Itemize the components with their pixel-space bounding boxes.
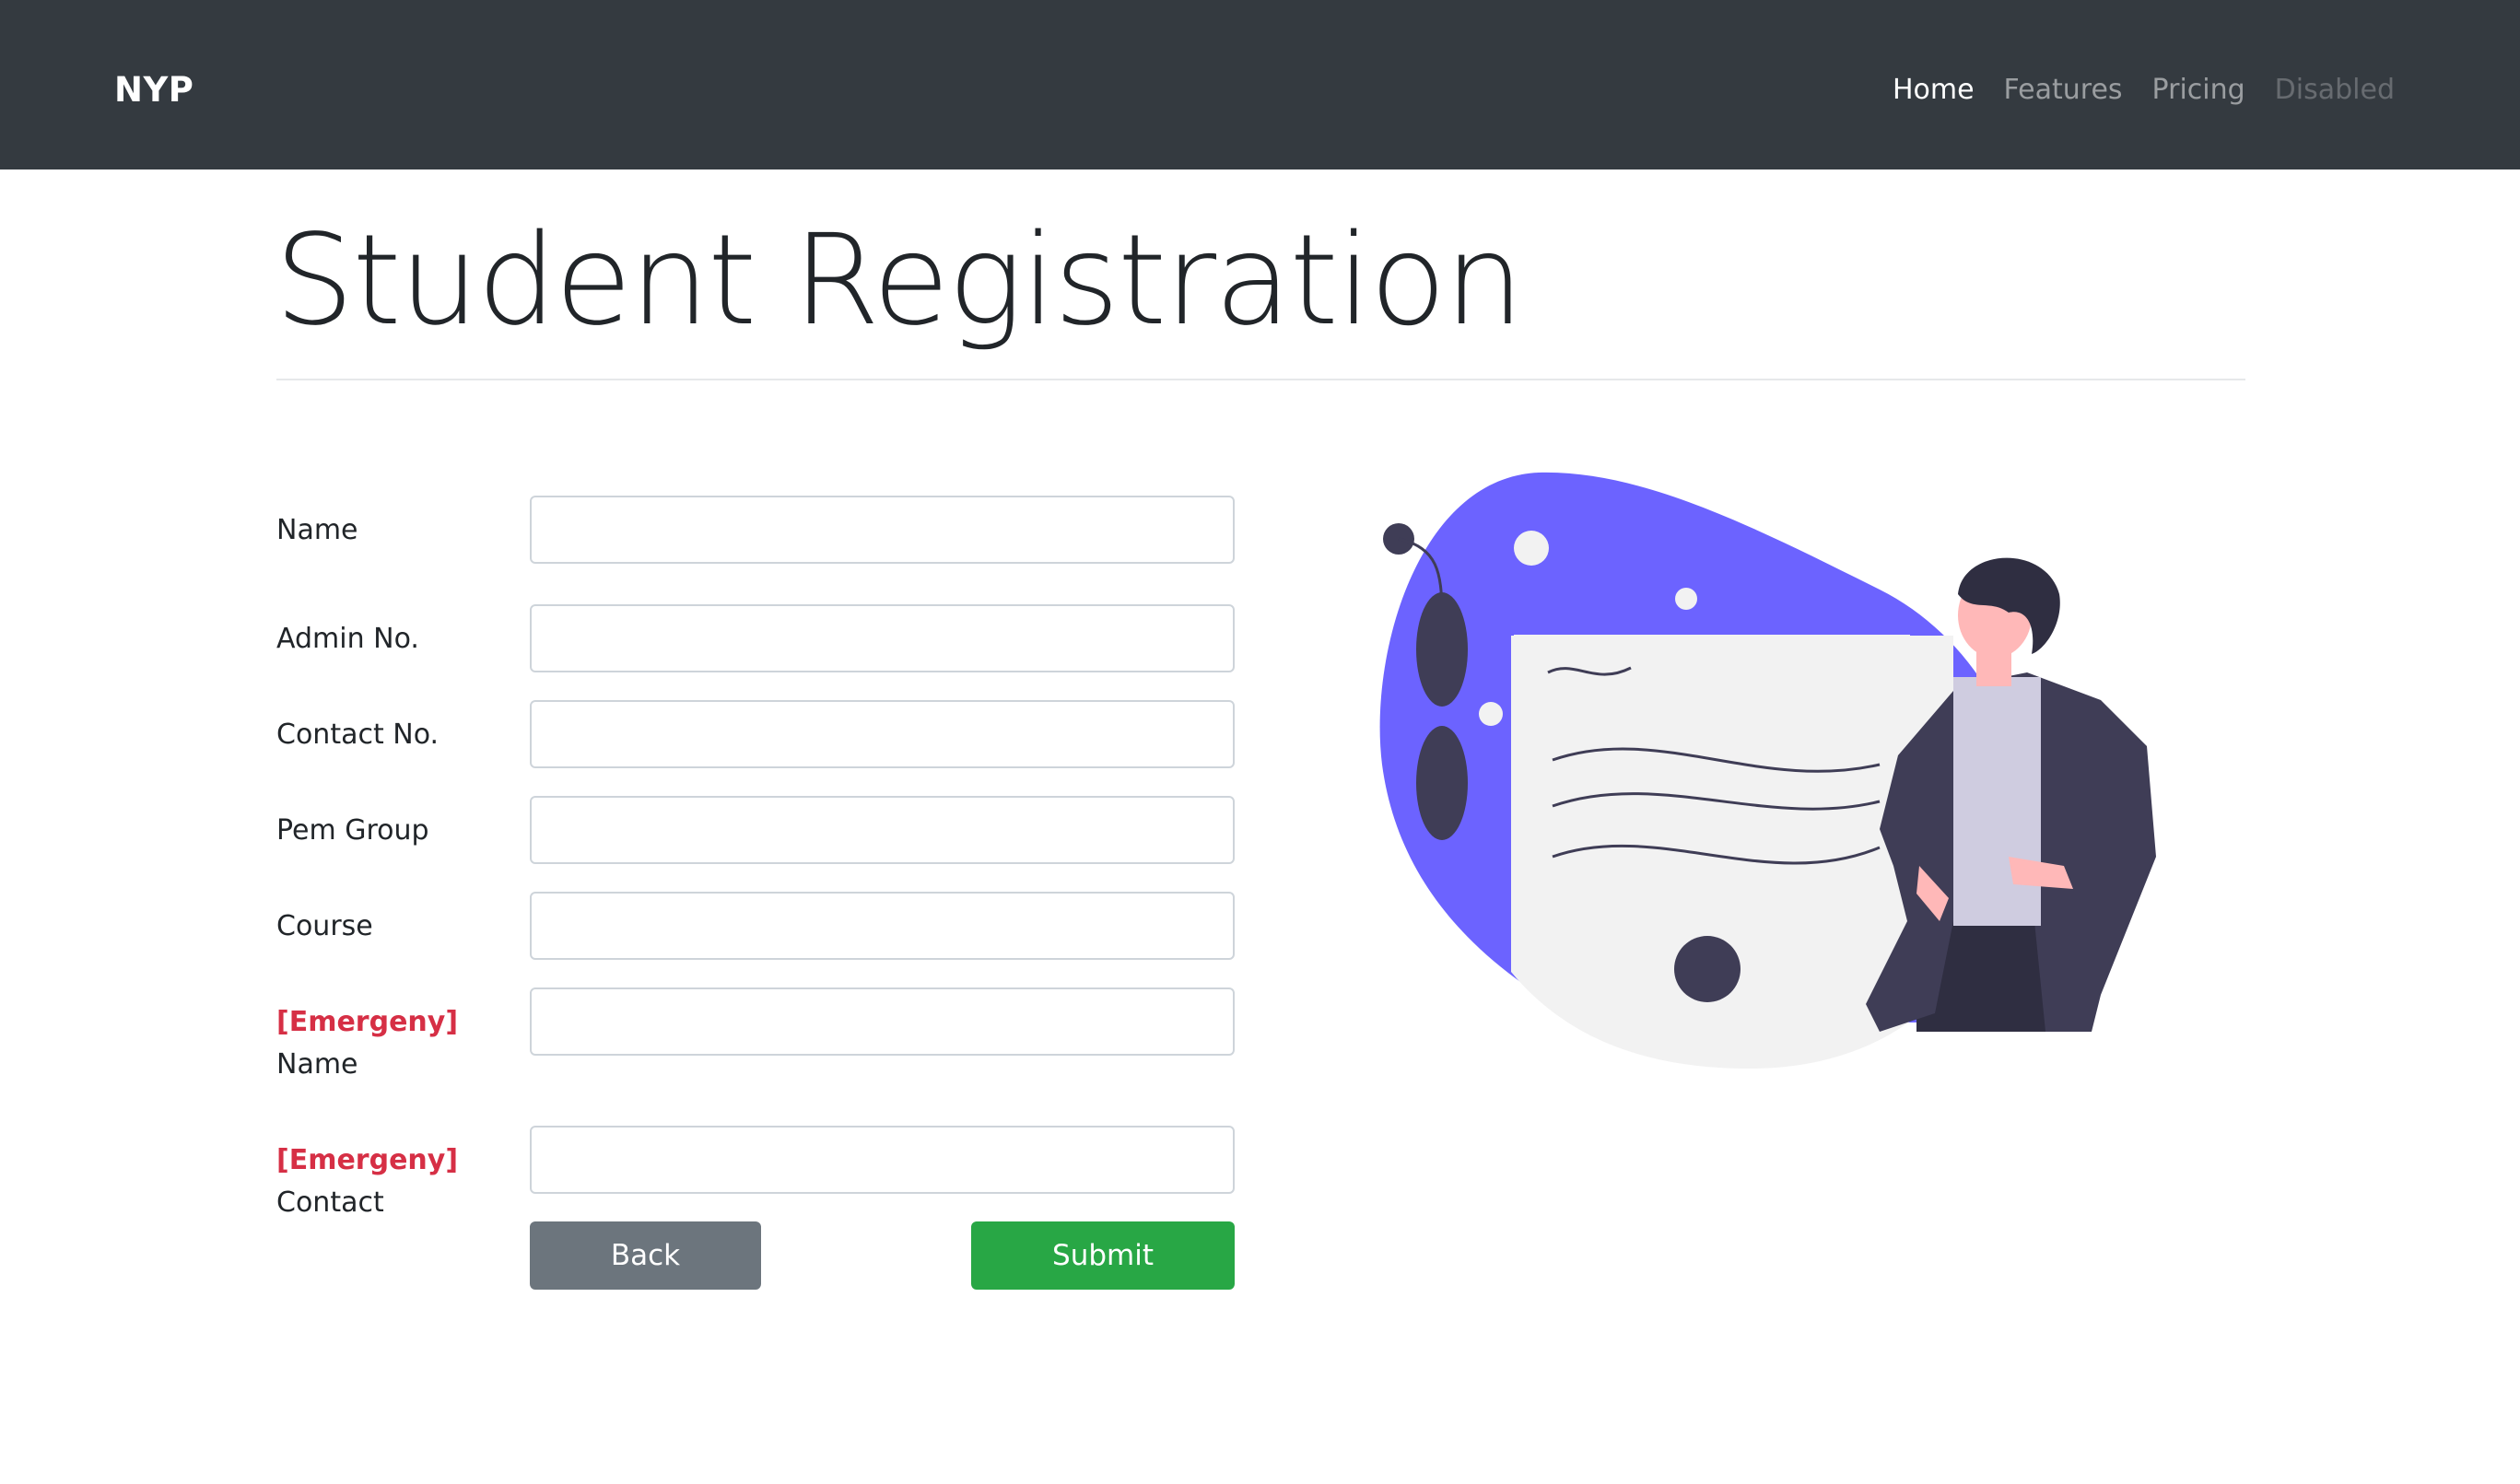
admin-no-label: Admin No. xyxy=(276,623,419,655)
page-title: Student Registration xyxy=(275,208,1524,354)
contact-no-input[interactable] xyxy=(530,700,1235,768)
title-divider xyxy=(276,379,2245,380)
emergency-contact-label: [Emergeny] Contact xyxy=(276,1139,458,1224)
navbar-brand[interactable]: NYP xyxy=(114,70,193,110)
emergency-name-text: Name xyxy=(276,1048,358,1081)
submit-button[interactable]: Submit xyxy=(971,1221,1235,1290)
nav-links: Home Features Pricing Disabled xyxy=(1893,74,2395,106)
emergency-tag: [Emergeny] xyxy=(276,1144,459,1176)
nav-link-pricing[interactable]: Pricing xyxy=(2152,74,2245,106)
back-button[interactable]: Back xyxy=(530,1221,761,1290)
dark-dot xyxy=(1674,936,1741,1002)
nav-link-features[interactable]: Features xyxy=(2004,74,2123,106)
emergency-tag: [Emergeny] xyxy=(276,1006,459,1038)
contact-no-label: Contact No. xyxy=(276,719,440,751)
navbar: NYP Home Features Pricing Disabled xyxy=(0,0,2520,169)
registration-illustration xyxy=(1379,472,2156,1069)
admin-no-input[interactable] xyxy=(530,604,1235,672)
emergency-contact-input[interactable] xyxy=(530,1126,1235,1194)
pem-group-label: Pem Group xyxy=(276,814,429,847)
name-label: Name xyxy=(276,514,358,546)
emergency-contact-text: Contact xyxy=(276,1186,384,1219)
nav-link-disabled: Disabled xyxy=(2274,74,2395,106)
emergency-name-input[interactable] xyxy=(530,987,1235,1056)
course-label: Course xyxy=(276,910,373,942)
document-sheet-icon xyxy=(1514,635,1910,971)
nav-link-home[interactable]: Home xyxy=(1893,74,1975,106)
pem-group-input[interactable] xyxy=(530,796,1235,864)
course-input[interactable] xyxy=(530,892,1235,960)
emergency-name-label: [Emergeny] Name xyxy=(276,1001,458,1086)
name-input[interactable] xyxy=(530,496,1235,564)
